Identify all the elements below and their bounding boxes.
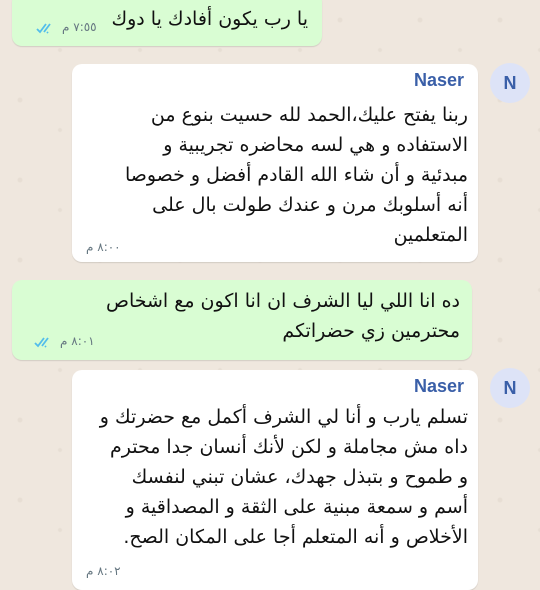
message-line: المتعلمين [393,224,468,246]
sender-name[interactable]: Naser [414,70,464,91]
message-line: ربنا يفتح عليك،الحمد لله حسيت بنوع من [150,104,468,126]
message-line: ده انا اللي ليا الشرف ان انا اكون مع اشخ… [105,290,460,312]
message-time: ٨:٠١ م [60,334,95,348]
message-text: ربنا يفتح عليك،الحمد لله حسيت بنوع من ال… [78,100,468,250]
message-line: مبدئية و أن شاء الله القادم أفضل و خصوصا [124,164,468,186]
incoming-message[interactable]: Naser تسلم يارب و أنا لي الشرف أكمل مع ح… [72,370,478,590]
message-line: و طموح و بتبذل جهدك، عشان تبني لنفسك [131,466,468,488]
message-line: تسلم يارب و أنا لي الشرف أكمل مع حضرتك و [99,406,468,428]
message-time: ٧:٥٥ م [62,20,97,34]
double-check-icon [34,337,49,348]
double-check-icon [36,23,51,34]
message-line: داه مش مجاملة و لكن لأنك أنسان جدا محترم [109,436,468,458]
message-line: الاستفاده و هي لسه محاضره تجريبية و [163,134,468,156]
avatar[interactable]: N [490,63,530,103]
message-line: أنه أسلوبك مرن و عندك طولت بال على [152,194,468,216]
message-line: أسم و سمعة مبنية على الثقة و المصداقية و [125,496,468,518]
message-time: ٨:٠٠ م [86,240,121,254]
message-text: تسلم يارب و أنا لي الشرف أكمل مع حضرتك و… [78,402,468,552]
sender-name[interactable]: Naser [414,376,464,397]
outgoing-message[interactable]: ده انا اللي ليا الشرف ان انا اكون مع اشخ… [12,280,472,360]
incoming-message[interactable]: Naser ربنا يفتح عليك،الحمد لله حسيت بنوع… [72,64,478,262]
message-time: ٨:٠٢ م [86,564,121,578]
message-text: يا رب يكون أفادك يا دوك [111,8,308,30]
outgoing-message[interactable]: يا رب يكون أفادك يا دوك ٧:٥٥ م [12,0,322,46]
avatar[interactable]: N [490,368,530,408]
message-line: الأخلاص و أنه المتعلم أجا على المكان الص… [123,526,468,548]
